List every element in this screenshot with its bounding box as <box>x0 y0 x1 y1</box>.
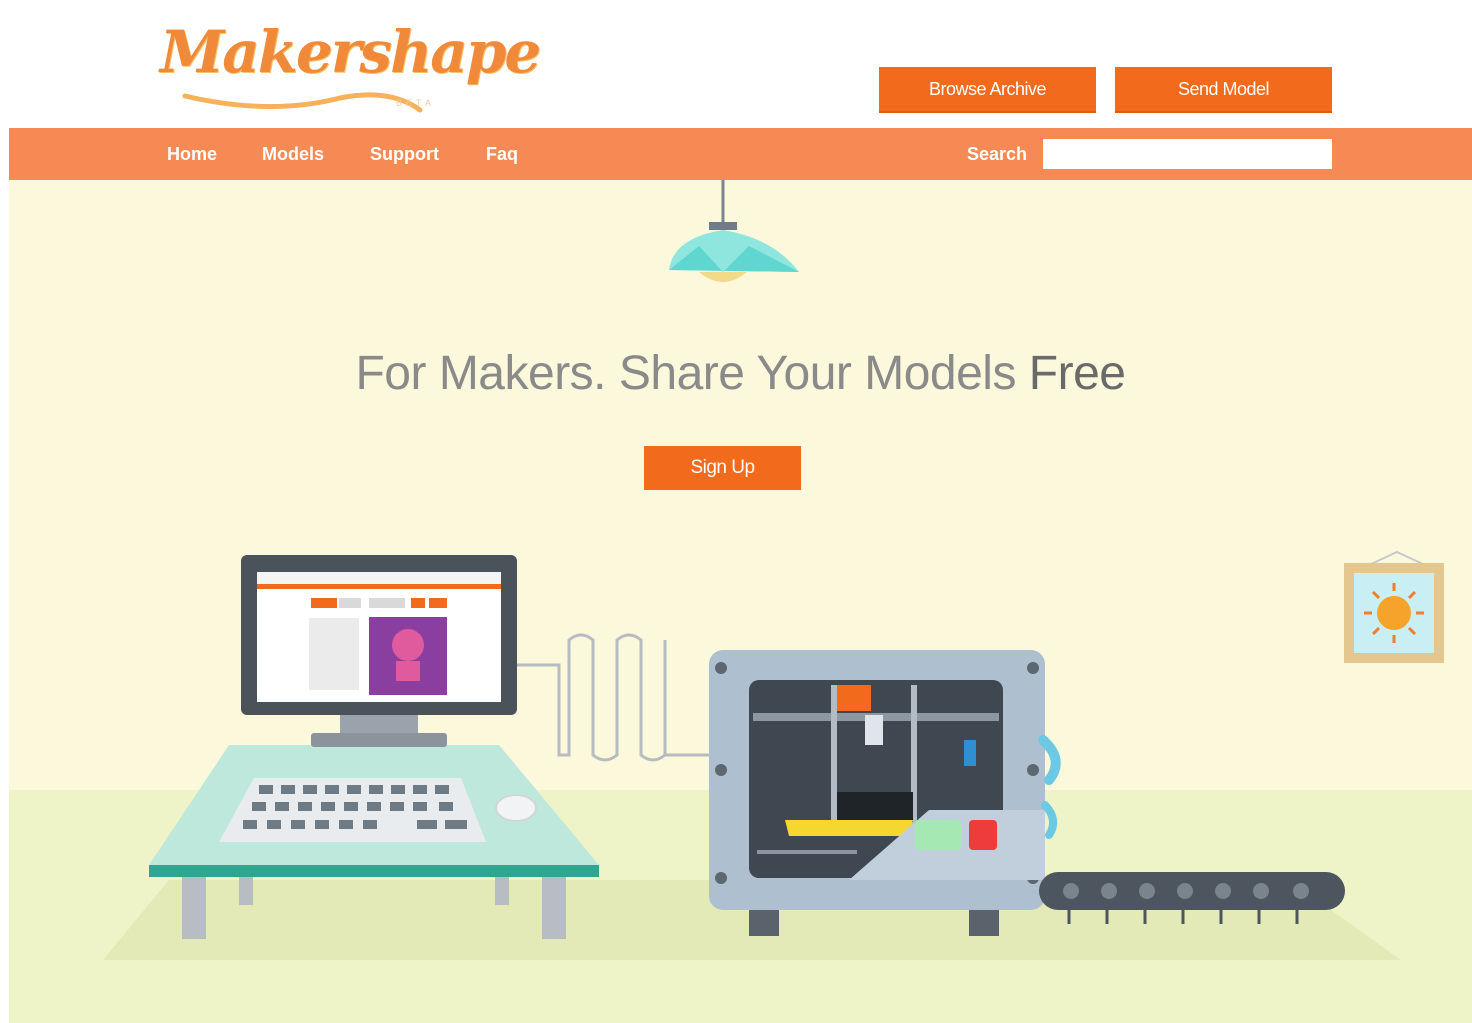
nav-item-support[interactable]: Support <box>370 128 439 180</box>
headline-emphasis: Free <box>1028 347 1126 400</box>
nav-item-faq[interactable]: Faq <box>486 128 518 180</box>
send-model-button[interactable]: Send Model <box>1115 67 1332 111</box>
hero-section: For Makers. Share Your Models Free Sign … <box>9 180 1472 1023</box>
sun-picture-icon <box>1344 550 1444 663</box>
lamp-icon <box>669 180 799 282</box>
makershape-logo[interactable]: Makershape BETA <box>160 6 541 118</box>
printer-illustration <box>709 650 1061 936</box>
main-navbar: Home Models Support Faq Search <box>9 128 1472 180</box>
nav-item-models[interactable]: Models <box>262 128 324 180</box>
sign-up-button[interactable]: Sign Up <box>644 446 801 490</box>
search-input[interactable] <box>1043 139 1332 169</box>
site-header: Makershape BETA Browse Archive Send Mode… <box>0 0 1472 128</box>
hero-illustration <box>103 180 1444 960</box>
search-label: Search <box>967 144 1028 164</box>
headline-text: For Makers. Share Your Models <box>355 347 1029 400</box>
beta-tag: BETA <box>396 98 435 108</box>
nav-item-home[interactable]: Home <box>167 128 217 180</box>
hero-headline: For Makers. Share Your Models Free <box>9 346 1472 401</box>
computer-illustration <box>241 555 517 747</box>
logo-swoosh-icon <box>182 92 423 113</box>
browse-archive-button[interactable]: Browse Archive <box>879 67 1096 111</box>
